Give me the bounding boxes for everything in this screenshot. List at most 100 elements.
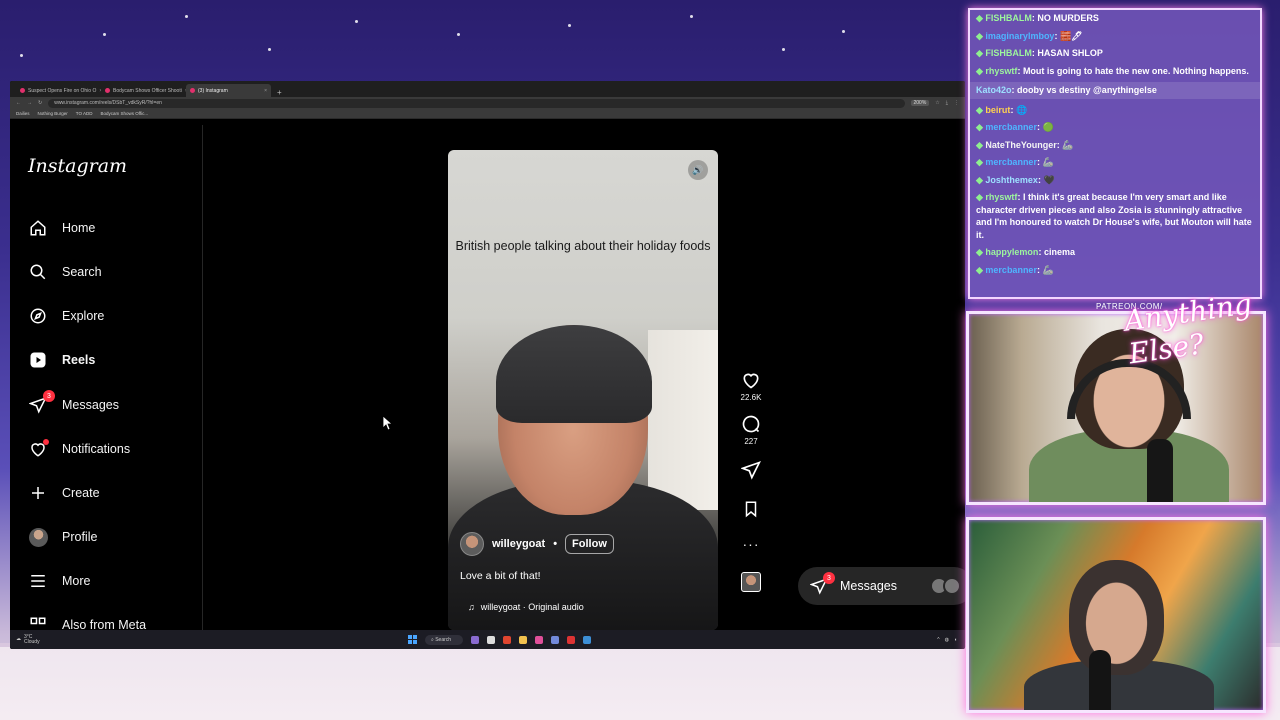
reels-icon bbox=[28, 350, 48, 370]
sidebar-item-reels[interactable]: Reels bbox=[28, 350, 95, 370]
sub-badge-icon: ◆ bbox=[976, 157, 986, 167]
system-tray[interactable]: ^ ◍ ◖ bbox=[937, 637, 957, 643]
hamburger-icon bbox=[28, 571, 48, 591]
browser-tab-3[interactable]: (3) Instagram × bbox=[186, 84, 271, 97]
close-icon[interactable]: × bbox=[264, 88, 267, 94]
reload-icon[interactable]: ↻ bbox=[38, 100, 42, 106]
sub-badge-icon: ◆ bbox=[976, 139, 986, 150]
browser-window: Suspect Opens Fire on Ohio O × Bodycam Sh… bbox=[10, 81, 965, 649]
reel-username[interactable]: willeygoat bbox=[492, 538, 545, 550]
sidebar-item-profile[interactable]: Profile bbox=[28, 527, 97, 547]
forward-icon[interactable]: → bbox=[27, 100, 32, 106]
like-button[interactable]: 22.6K bbox=[740, 370, 762, 402]
app-icon[interactable] bbox=[503, 635, 512, 644]
app-icon[interactable] bbox=[567, 635, 576, 644]
comment-icon bbox=[742, 415, 760, 433]
menu-icon[interactable]: ⋮ bbox=[954, 100, 959, 106]
taskbar-search[interactable]: ⌕ Search bbox=[425, 634, 464, 645]
windows-start-icon[interactable] bbox=[408, 635, 417, 644]
chat-username[interactable]: rhyswtf bbox=[985, 192, 1017, 202]
zoom-badge[interactable]: 200% bbox=[910, 100, 930, 106]
sub-badge-icon: ◆ bbox=[976, 122, 986, 132]
chat-username[interactable]: FISHBALM bbox=[985, 13, 1032, 23]
tab-bar: Suspect Opens Fire on Ohio O × Bodycam Sh… bbox=[10, 81, 965, 97]
share-button[interactable] bbox=[741, 460, 761, 480]
save-button[interactable] bbox=[742, 500, 760, 518]
bookmark-item[interactable]: Dailies bbox=[16, 111, 30, 116]
sidebar-item-search[interactable]: Search bbox=[28, 262, 102, 282]
reel-caption: Love a bit of that! bbox=[460, 570, 541, 582]
chat-message: ◆ mercbanner: 🦾 bbox=[976, 157, 1054, 167]
like-count: 22.6K bbox=[740, 393, 762, 402]
sidebar-item-home[interactable]: Home bbox=[28, 218, 95, 238]
chat-message: ◆ beirut: 🌐 bbox=[976, 104, 1028, 115]
reel-video[interactable]: British people talking about their holid… bbox=[448, 150, 718, 630]
chat-username[interactable]: beirut bbox=[985, 105, 1010, 115]
reel-audio[interactable]: ♫ willeygoat · Original audio bbox=[468, 602, 584, 612]
star-icon[interactable]: ☆ bbox=[935, 100, 939, 106]
taskbar-apps: ⌕ Search bbox=[408, 634, 592, 645]
url-input[interactable]: www.instagram.com/reels/DSbT_vdkSyR/?hl=… bbox=[48, 98, 905, 108]
floating-messages-button[interactable]: 3 Messages bbox=[798, 567, 965, 605]
bookmark-icon bbox=[745, 501, 757, 518]
follow-button[interactable]: Follow bbox=[565, 534, 614, 554]
chat-text: HASAN SHLOP bbox=[1037, 48, 1103, 58]
chat-text: 🟢 bbox=[1042, 122, 1054, 132]
sidebar-item-more[interactable]: More bbox=[28, 571, 90, 591]
avatar[interactable] bbox=[460, 532, 484, 556]
instagram-page: Instagram Home Search Explore Reels 3 Me… bbox=[10, 125, 965, 632]
volume-icon[interactable]: 🔊 bbox=[688, 160, 708, 180]
sidebar-item-messages[interactable]: 3 Messages bbox=[28, 390, 119, 415]
compass-icon bbox=[28, 306, 48, 326]
chat-message: ◆ happylemon: cinema bbox=[976, 247, 1075, 257]
more-options-icon[interactable]: ··· bbox=[743, 536, 760, 552]
audio-thumbnail[interactable] bbox=[741, 572, 761, 592]
app-icon[interactable] bbox=[471, 635, 480, 644]
comment-button[interactable]: 227 bbox=[741, 414, 761, 446]
chat-username[interactable]: mercbanner bbox=[985, 265, 1037, 275]
comment-count: 227 bbox=[744, 437, 758, 446]
chat-text: 🦾 bbox=[1042, 264, 1054, 275]
download-icon[interactable]: ⤓ bbox=[946, 100, 948, 106]
sidebar-item-create[interactable]: Create bbox=[28, 483, 100, 503]
browser-tab-2[interactable]: Bodycam Shows Officer Shooti× bbox=[101, 84, 186, 97]
sidebar-item-notifications[interactable]: Notifications bbox=[28, 439, 130, 459]
folder-icon[interactable] bbox=[519, 635, 528, 644]
app-icon[interactable] bbox=[535, 635, 544, 644]
chat-username[interactable]: Joshthemex bbox=[985, 175, 1038, 185]
chat-username[interactable]: rhyswtf bbox=[985, 66, 1017, 76]
browser-tab-1[interactable]: Suspect Opens Fire on Ohio O × bbox=[16, 84, 101, 97]
chat-username[interactable]: mercbanner bbox=[985, 157, 1037, 167]
back-icon[interactable]: ← bbox=[16, 100, 21, 106]
instagram-logo[interactable]: Instagram bbox=[28, 155, 127, 177]
discord-icon[interactable] bbox=[551, 635, 560, 644]
chat-username[interactable]: NateTheYounger bbox=[985, 140, 1056, 150]
volume-icon[interactable]: ◖ bbox=[954, 637, 957, 643]
chat-username[interactable]: FISHBALM bbox=[985, 48, 1032, 58]
chat-text: NO MURDERS bbox=[1037, 13, 1099, 23]
avatar-stack bbox=[930, 577, 961, 595]
chat-text: dooby vs destiny @anythingelse bbox=[1017, 85, 1157, 95]
sub-badge-icon: ◆ bbox=[976, 13, 986, 23]
bookmark-item[interactable]: Nothing Burger bbox=[38, 111, 68, 116]
youtube-icon bbox=[20, 88, 25, 93]
chat-username[interactable]: imaginarylmboy bbox=[985, 31, 1054, 41]
chevron-up-icon[interactable]: ^ bbox=[937, 637, 939, 643]
chat-username[interactable]: mercbanner bbox=[985, 122, 1037, 132]
home-icon bbox=[28, 218, 48, 238]
weather-widget[interactable]: ☁ 3°C Cloudy bbox=[16, 634, 40, 645]
music-note-icon: ♫ bbox=[468, 602, 475, 612]
bookmark-item[interactable]: TO ADD bbox=[76, 111, 93, 116]
paper-plane-icon bbox=[741, 461, 761, 480]
webcam-guest bbox=[966, 517, 1266, 713]
chat-username[interactable]: happylemon bbox=[985, 247, 1038, 257]
network-icon[interactable]: ◍ bbox=[945, 637, 949, 643]
app-icon[interactable] bbox=[487, 635, 496, 644]
plus-icon bbox=[28, 483, 48, 503]
chat-username[interactable]: Kato42o bbox=[976, 85, 1012, 95]
sidebar-item-explore[interactable]: Explore bbox=[28, 306, 104, 326]
bookmark-item[interactable]: Bodycam Shows Offic... bbox=[100, 111, 148, 116]
new-tab-button[interactable]: + bbox=[271, 88, 288, 97]
sidebar: Instagram Home Search Explore Reels 3 Me… bbox=[10, 125, 203, 632]
app-icon[interactable] bbox=[583, 635, 592, 644]
